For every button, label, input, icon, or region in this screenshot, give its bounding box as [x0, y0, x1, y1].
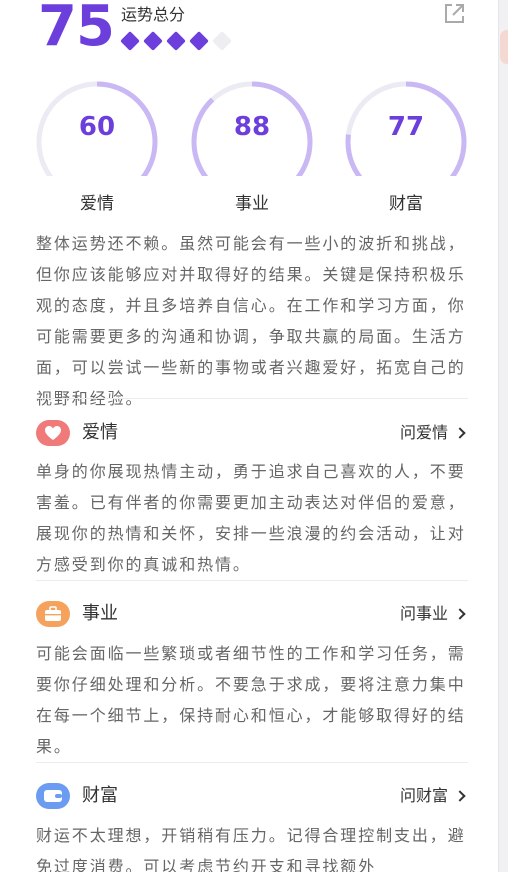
love-section-header: 爱情 问爱情 — [36, 417, 468, 451]
ask-love-link[interactable]: 问爱情 — [400, 421, 468, 445]
wealth-score-ring[interactable]: 77 — [344, 80, 468, 176]
overall-summary: 整体运势还不赖。虽然可能会有一些小的波折和挑战，但你应该能够应对并取得好的结果。… — [36, 234, 466, 408]
career-section-title: 事业 — [82, 603, 118, 624]
ask-career-link[interactable]: 问事业 — [400, 602, 468, 626]
rating-diamond — [166, 31, 186, 51]
love-section-title: 爱情 — [82, 422, 118, 443]
share-icon[interactable] — [442, 2, 466, 26]
career-section-header: 事业 问事业 — [36, 598, 468, 632]
ask-career-label: 问事业 — [399, 604, 448, 623]
briefcase-icon — [36, 601, 70, 627]
overall-score-label: 运势总分 — [121, 5, 186, 24]
ask-wealth-link[interactable]: 问财富 — [400, 784, 468, 808]
overall-score-header: 75 运势总分 — [38, 0, 478, 60]
wallet-icon — [36, 783, 70, 809]
rating-diamond — [120, 31, 140, 51]
wealth-score: 77 — [387, 112, 425, 142]
career-section-body: 可能会面临一些繁琐或者细节性的工作和学习任务，需要你仔细处理和分析。不要急于求成… — [36, 644, 466, 756]
career-ring-label: 事业 — [235, 194, 269, 214]
overall-score: 75 — [38, 0, 115, 59]
rating-diamond — [143, 31, 163, 51]
chevron-right-icon — [454, 790, 466, 802]
career-score: 88 — [233, 112, 271, 142]
divider — [36, 762, 468, 763]
side-handle[interactable] — [500, 30, 508, 64]
divider — [36, 580, 468, 581]
rating-diamond — [212, 31, 232, 51]
ask-love-label: 问爱情 — [399, 423, 448, 442]
scrollbar-strip[interactable] — [498, 0, 508, 872]
wealth-section-body: 财运不太理想，开销稍有压力。记得合理控制支出，避免过度消费。可以考虑节约开支和寻… — [36, 826, 466, 872]
divider — [36, 398, 468, 399]
love-ring-label: 爱情 — [80, 194, 114, 214]
heart-icon — [36, 420, 70, 446]
star-rating — [120, 31, 232, 51]
chevron-right-icon — [454, 427, 466, 439]
love-score-ring[interactable]: 60 — [35, 80, 159, 176]
chevron-right-icon — [454, 608, 466, 620]
rating-diamond — [189, 31, 209, 51]
ask-wealth-label: 问财富 — [399, 786, 448, 805]
wealth-section-header: 财富 问财富 — [36, 780, 468, 814]
wealth-ring-label: 财富 — [389, 194, 423, 214]
love-score: 60 — [78, 112, 116, 142]
love-section-body: 单身的你展现热情主动，勇于追求自己喜欢的人，不要害羞。已有伴者的你需要更加主动表… — [36, 462, 466, 574]
wealth-section-title: 财富 — [82, 785, 118, 806]
career-score-ring[interactable]: 88 — [190, 80, 314, 176]
